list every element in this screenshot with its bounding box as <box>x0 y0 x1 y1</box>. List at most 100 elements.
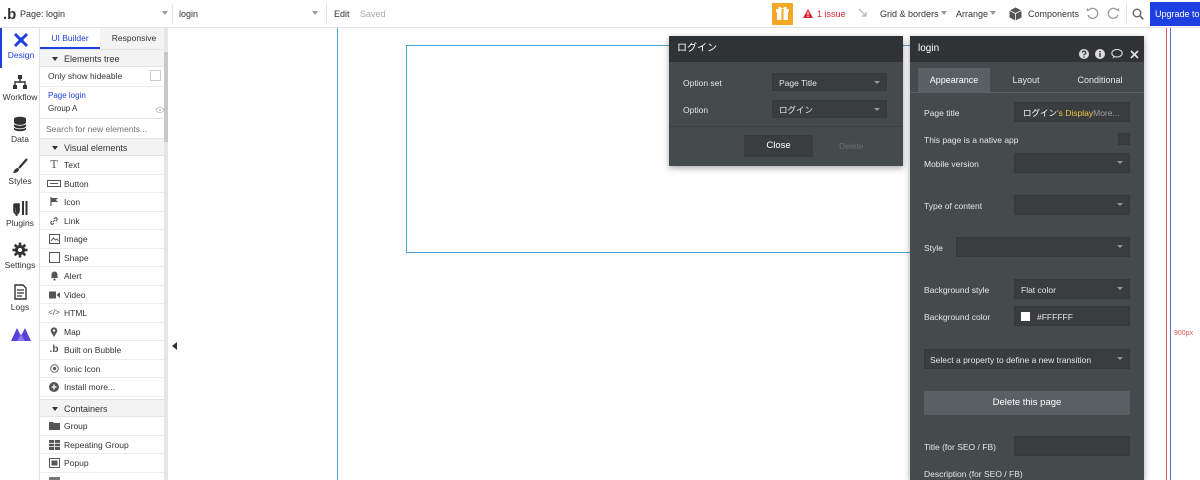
element-item-popup[interactable]: Popup <box>40 454 167 473</box>
element-item-ionic-icon[interactable]: Ionic Icon <box>40 360 167 378</box>
grid-icon[interactable] <box>858 8 870 22</box>
search-icon[interactable] <box>1132 8 1144 22</box>
page-name-selector[interactable]: login <box>179 0 198 28</box>
background-style-dropdown[interactable]: Flat color <box>1014 279 1130 299</box>
tab-responsive[interactable]: Responsive <box>100 28 167 49</box>
mobile-version-dropdown[interactable] <box>1014 153 1130 173</box>
search-elements-input[interactable] <box>46 121 164 137</box>
element-item-map[interactable]: Map <box>40 323 167 341</box>
element-item-repeating-group[interactable]: Repeating Group <box>40 436 167 456</box>
option-set-dropdown[interactable]: Page Title <box>772 73 887 91</box>
transition-dropdown[interactable]: Select a property to define a new transi… <box>924 349 1130 369</box>
redo-icon[interactable] <box>1107 7 1120 22</box>
nav-logs[interactable]: Logs <box>0 280 40 320</box>
tab-layout[interactable]: Layout <box>994 68 1058 92</box>
element-item-install-more[interactable]: Install more... <box>40 378 167 398</box>
element-label: Image <box>64 234 88 244</box>
page-title-expression-field[interactable]: ログイン's DisplayMore... <box>1014 102 1130 122</box>
element-item-button[interactable]: Button <box>40 175 167 193</box>
grid-borders-menu[interactable]: Grid & borders <box>880 0 939 28</box>
mobile-version-label: Mobile version <box>924 159 979 169</box>
page-name-chevron-icon[interactable] <box>312 11 318 15</box>
containers-header[interactable]: Containers <box>40 399 167 417</box>
element-item-shape[interactable]: Shape <box>40 249 167 269</box>
tree-item-group[interactable]: Group A <box>48 104 77 113</box>
element-label: Shape <box>64 252 89 263</box>
info-icon[interactable] <box>1095 44 1105 70</box>
native-app-checkbox[interactable] <box>1118 133 1130 145</box>
delete-page-button[interactable]: Delete this page <box>924 391 1130 415</box>
cube-icon[interactable] <box>1009 7 1022 23</box>
video-camera-icon <box>47 286 61 305</box>
chevron-down-icon <box>1117 161 1123 164</box>
nav-styles[interactable]: Styles <box>0 154 40 194</box>
element-item-group[interactable]: Group <box>40 417 167 436</box>
background-color-label: Background color <box>924 312 991 322</box>
square-icon <box>47 249 61 269</box>
section-title: Elements tree <box>64 54 120 64</box>
comment-icon[interactable] <box>1111 44 1123 70</box>
panel-scrollbar-thumb[interactable] <box>164 52 168 142</box>
gift-icon[interactable] <box>772 3 793 25</box>
arrange-chevron-icon[interactable] <box>990 11 996 15</box>
tab-appearance[interactable]: Appearance <box>918 68 990 92</box>
tree-item-page[interactable]: Page login <box>48 91 86 100</box>
option-label: Option <box>683 105 709 115</box>
element-item-more[interactable] <box>40 473 167 480</box>
element-item-link[interactable]: Link <box>40 212 167 230</box>
plug-icon <box>11 200 29 216</box>
element-label: Popup <box>64 458 89 468</box>
element-item-html[interactable]: </> HTML <box>40 304 167 323</box>
element-item-built-on-bubble[interactable]: .b Built on Bubble <box>40 341 167 360</box>
nav-workflow[interactable]: Workflow <box>0 70 40 110</box>
page-selector-chevron-icon[interactable] <box>162 11 168 15</box>
nav-academy[interactable] <box>0 322 40 362</box>
element-item-image[interactable]: Image <box>40 230 167 249</box>
arrange-menu[interactable]: Arrange <box>956 0 988 28</box>
tab-ui-builder[interactable]: UI Builder <box>40 28 100 49</box>
floating-group-icon <box>47 473 61 480</box>
save-status: Saved <box>360 9 386 19</box>
upgrade-button[interactable]: Upgrade to <box>1150 2 1200 26</box>
grid-list-icon <box>47 436 61 456</box>
elements-tree-header[interactable]: Elements tree <box>40 49 167 67</box>
warning-icon[interactable] <box>803 9 813 20</box>
dropdown-value: Select a property to define a new transi… <box>930 355 1092 365</box>
close-icon[interactable] <box>1130 44 1139 70</box>
eye-icon[interactable] <box>155 105 165 115</box>
only-hideable-label: Only show hideable <box>48 71 123 81</box>
collapse-panel-icon[interactable] <box>172 342 177 352</box>
delete-button[interactable]: Delete <box>839 141 864 151</box>
nav-settings[interactable]: Settings <box>0 238 40 278</box>
only-hideable-checkbox[interactable] <box>150 70 161 81</box>
document-icon <box>11 284 29 300</box>
plus-circle-icon <box>47 378 61 398</box>
option-dropdown[interactable]: ログイン <box>772 100 887 118</box>
close-button[interactable]: Close <box>744 135 813 157</box>
visual-elements-header[interactable]: Visual elements <box>40 138 167 156</box>
element-item-video[interactable]: Video <box>40 286 167 305</box>
grid-borders-chevron-icon[interactable] <box>941 11 947 15</box>
seo-title-input[interactable] <box>1014 436 1130 456</box>
element-name: login <box>918 43 940 54</box>
undo-icon[interactable] <box>1086 7 1099 22</box>
issues-indicator[interactable]: 1 issue <box>817 0 846 28</box>
components-button[interactable]: Components <box>1028 0 1079 28</box>
nav-label: Logs <box>10 302 30 312</box>
element-item-text[interactable]: T Text <box>40 156 167 175</box>
type-of-content-dropdown[interactable] <box>1014 195 1130 215</box>
style-dropdown[interactable] <box>956 237 1130 257</box>
tab-conditional[interactable]: Conditional <box>1062 68 1138 92</box>
background-color-picker[interactable]: #FFFFFF <box>1014 306 1130 326</box>
collapse-triangle-icon <box>52 146 58 150</box>
nav-design[interactable]: Design <box>0 28 40 68</box>
edit-menu[interactable]: Edit <box>334 0 350 28</box>
nav-plugins[interactable]: Plugins <box>0 196 40 236</box>
bubble-logo-icon[interactable]: .b <box>3 6 16 23</box>
page-selector[interactable]: Page: login <box>20 0 65 28</box>
element-item-icon[interactable]: Icon <box>40 193 167 212</box>
element-item-alert[interactable]: Alert <box>40 267 167 286</box>
nav-data[interactable]: Data <box>0 112 40 152</box>
help-icon[interactable] <box>1079 44 1089 70</box>
nav-label: Plugins <box>6 218 34 228</box>
